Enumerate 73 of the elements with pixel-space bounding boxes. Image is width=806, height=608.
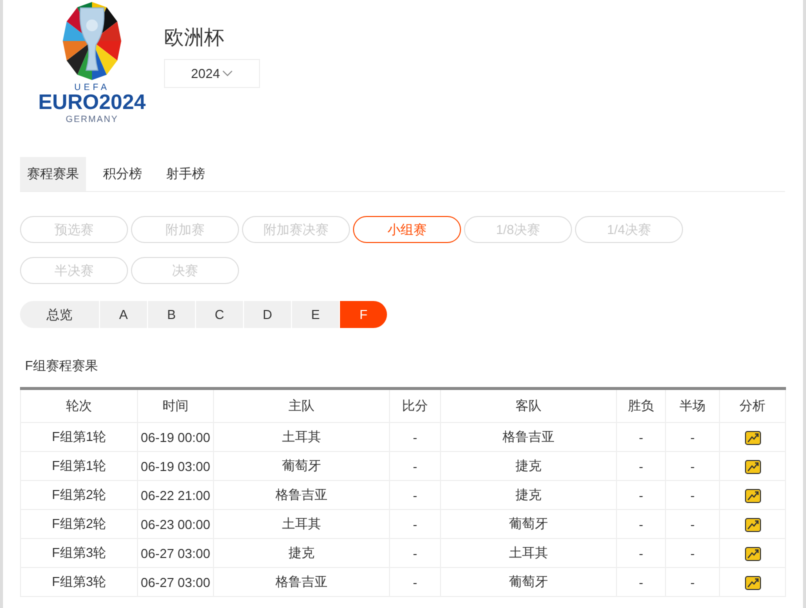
column-header: 分析 <box>720 388 786 422</box>
group-tab[interactable]: B <box>148 301 195 328</box>
table-cell: - <box>390 510 440 538</box>
table-cell: - <box>666 452 720 480</box>
table-cell: F组第1轮 <box>20 422 138 452</box>
table-cell: - <box>616 510 666 538</box>
column-header: 胜负 <box>616 388 666 422</box>
season-dropdown[interactable]: 2024 <box>164 59 260 88</box>
table-cell: F组第3轮 <box>20 568 138 596</box>
group-tab[interactable]: D <box>244 301 291 328</box>
group-tab[interactable]: E <box>292 301 339 328</box>
table-cell: - <box>616 538 666 568</box>
table-cell: - <box>616 480 666 510</box>
table-cell: - <box>666 422 720 452</box>
table-cell: - <box>390 480 440 510</box>
table-cell: 格鲁吉亚 <box>440 422 616 452</box>
table-cell: - <box>390 568 440 596</box>
table-cell: - <box>666 510 720 538</box>
table-cell: 格鲁吉亚 <box>214 568 390 596</box>
table-cell: - <box>616 568 666 596</box>
table-cell: - <box>390 538 440 568</box>
tab[interactable]: 赛程赛果 <box>20 157 86 191</box>
competition-title: 欧洲杯 <box>164 26 225 51</box>
chart-icon[interactable] <box>744 518 760 532</box>
table-cell: 土耳其 <box>214 510 390 538</box>
chart-icon[interactable] <box>744 430 760 445</box>
table-cell: 06-27 03:00 <box>138 568 214 596</box>
table-cell: 格鲁吉亚 <box>214 480 390 510</box>
table-cell: - <box>616 452 666 480</box>
table-cell: 葡萄牙 <box>214 452 390 480</box>
table-cell: 捷克 <box>440 452 616 480</box>
table-cell: 捷克 <box>214 538 390 568</box>
logo-text: EURO2024 <box>38 92 146 114</box>
group-tab[interactable]: C <box>196 301 243 328</box>
column-header: 比分 <box>390 388 440 422</box>
table-cell: 葡萄牙 <box>440 510 616 538</box>
column-header: 主队 <box>214 388 390 422</box>
table-cell: F组第2轮 <box>20 480 138 510</box>
group-tab[interactable]: F <box>340 301 387 328</box>
table-cell: - <box>666 568 720 596</box>
table-cell: 捷克 <box>440 480 616 510</box>
table-cell: 06-19 03:00 <box>138 452 214 480</box>
chart-icon[interactable] <box>744 576 760 590</box>
column-header: 时间 <box>138 388 214 422</box>
table-cell: - <box>666 538 720 568</box>
group-tab[interactable]: 总览 <box>20 301 99 328</box>
tab[interactable]: 射手榜 <box>159 157 212 191</box>
column-header: 客队 <box>440 388 616 422</box>
table-cell: - <box>390 422 440 452</box>
table-cell: 土耳其 <box>214 422 390 452</box>
chart-icon[interactable] <box>744 460 760 474</box>
group-tab[interactable]: A <box>100 301 147 328</box>
table-cell: 06-27 03:00 <box>138 538 214 568</box>
table-cell: 06-22 21:00 <box>138 480 214 510</box>
logo-text: GERMANY <box>66 114 118 124</box>
chevron-down-icon <box>222 70 233 77</box>
table-cell: 06-19 00:00 <box>138 422 214 452</box>
table-cell: 06-23 00:00 <box>138 510 214 538</box>
table-title: F组赛程赛果 <box>25 357 99 375</box>
column-header: 轮次 <box>20 388 138 422</box>
logo-text: UEFA <box>74 82 110 92</box>
table-cell: - <box>666 480 720 510</box>
table-cell: F组第1轮 <box>20 452 138 480</box>
chart-icon[interactable] <box>744 546 760 561</box>
table-cell: F组第3轮 <box>20 538 138 568</box>
table-cell: - <box>390 452 440 480</box>
tab[interactable]: 积分榜 <box>96 157 149 191</box>
column-header: 半场 <box>666 388 720 422</box>
table-cell: 土耳其 <box>440 538 616 568</box>
table-cell: - <box>616 422 666 452</box>
table-cell: F组第2轮 <box>20 510 138 538</box>
chart-icon[interactable] <box>744 488 760 503</box>
table-cell: 葡萄牙 <box>440 568 616 596</box>
